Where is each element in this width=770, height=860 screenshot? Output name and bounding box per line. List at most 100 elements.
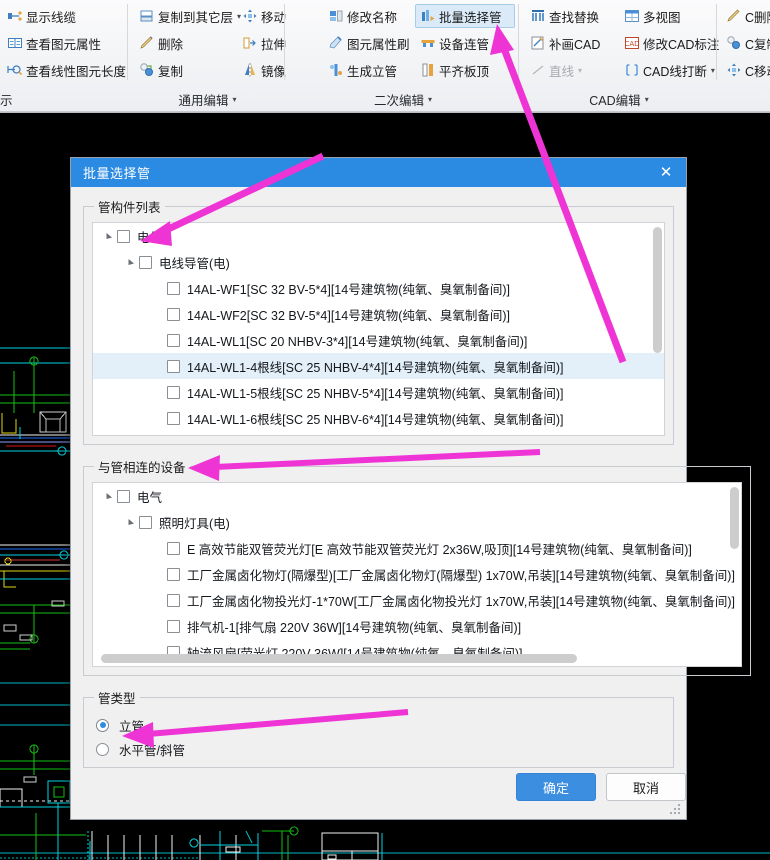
dialog-title-bar[interactable]: 批量选择管 ✕ bbox=[71, 158, 686, 187]
ribbon-button-edit-cad-annotation[interactable]: CAD 修改CAD标注 bbox=[619, 31, 724, 55]
resize-grip[interactable] bbox=[670, 804, 682, 816]
ribbon-button-c-delete[interactable]: C删除 bbox=[721, 4, 770, 28]
checkbox[interactable] bbox=[167, 411, 180, 425]
horizontal-scrollbar-thumb[interactable] bbox=[101, 654, 577, 663]
ribbon-button-move[interactable]: 移动 bbox=[237, 4, 291, 28]
tree-row[interactable]: 14AL-WL1-5根线[SC 25 NHBV-5*4][14号建筑物(纯氧、臭… bbox=[93, 379, 664, 405]
ribbon-button-stretch[interactable]: 拉伸 bbox=[237, 31, 291, 55]
tree-row[interactable]: E 高效节能双管荧光灯[E 高效节能双管荧光灯 2x36W,吸顶][14号建筑物… bbox=[93, 535, 741, 561]
tree-row[interactable]: 开关插座(电) bbox=[93, 665, 741, 666]
tree-row[interactable]: 照明灯具(电) bbox=[93, 509, 741, 535]
radio-button[interactable] bbox=[96, 718, 109, 732]
expand-collapse-icon[interactable] bbox=[123, 518, 139, 527]
tree-row-label: E 高效节能双管荧光灯[E 高效节能双管荧光灯 2x36W,吸顶][14号建筑物… bbox=[187, 542, 692, 557]
cancel-button[interactable]: 取消 bbox=[606, 773, 686, 801]
chevron-down-icon[interactable]: ▾ bbox=[645, 95, 649, 104]
ribbon-button-copy-to-layer[interactable]: 复制到其它层 ▾ bbox=[134, 4, 246, 28]
checkbox[interactable] bbox=[167, 541, 180, 555]
radio-label: 立管 bbox=[119, 719, 145, 734]
ribbon-group-secondary-edit: 修改名称 批量选择管 图元属性刷 设备连管 生成立管 平齐板顶 bbox=[287, 0, 519, 84]
ribbon-button-generate-riser[interactable]: 生成立管 bbox=[323, 58, 402, 82]
copy-icon bbox=[139, 62, 155, 78]
ribbon-button-device-connect-pipe[interactable]: 设备连管 bbox=[415, 31, 494, 55]
ribbon-button-delete[interactable]: 删除 bbox=[134, 31, 188, 55]
ribbon-group-label-cad-edit[interactable]: CAD编辑 ▾ bbox=[521, 88, 717, 110]
ribbon-button-label: 图元属性刷 bbox=[347, 37, 410, 52]
ribbon-button-multi-view[interactable]: 多视图 bbox=[619, 4, 686, 28]
ribbon-button-view-linear-length[interactable]: 查看线性图元长度 bbox=[2, 58, 131, 82]
vertical-scrollbar-thumb[interactable] bbox=[653, 227, 662, 353]
expand-collapse-icon[interactable] bbox=[123, 258, 139, 267]
ribbon-button-cad-line-break[interactable]: CAD线打断 ▾ bbox=[619, 58, 720, 82]
ribbon-button-label: 移动 bbox=[261, 10, 287, 25]
checkbox[interactable] bbox=[167, 385, 180, 399]
checkbox[interactable] bbox=[167, 567, 180, 581]
chevron-down-icon[interactable]: ▾ bbox=[428, 95, 432, 104]
ribbon-button-view-element-properties[interactable]: 查看图元属性 bbox=[2, 31, 106, 55]
tree-row-label: 电气 bbox=[137, 490, 163, 505]
tree-row[interactable]: 排气机-1[排气扇 220V 36W][14号建筑物(纯氧、臭氧制备间)] bbox=[93, 613, 741, 639]
ribbon-group-label-secondary-edit[interactable]: 二次编辑 ▾ bbox=[287, 88, 519, 110]
edit-cad-annotation-icon: CAD bbox=[624, 35, 640, 51]
checkbox[interactable] bbox=[167, 307, 180, 321]
stretch-icon bbox=[242, 35, 258, 51]
checkbox[interactable] bbox=[167, 593, 180, 607]
ribbon-button-c-copy[interactable]: C复制 bbox=[721, 31, 770, 55]
ribbon-button-c-move[interactable]: C移动 bbox=[721, 58, 770, 82]
ribbon-button-find-replace[interactable]: 查找替换 bbox=[525, 4, 604, 28]
ribbon-button-batch-select-pipe[interactable]: 批量选择管 bbox=[415, 4, 515, 28]
group-divider bbox=[518, 4, 519, 80]
radio-option-riser[interactable]: 立管 bbox=[92, 713, 665, 737]
checkbox[interactable] bbox=[139, 255, 152, 269]
ribbon-button-label: C复制 bbox=[745, 37, 770, 52]
tree-row[interactable]: 14AL-WL2[SC 25 NHBV-4*4][14号建筑物(纯氧、臭氧制备间… bbox=[93, 431, 664, 435]
connected-device-tree[interactable]: 电气 照明灯具(电) E 高效节能双管荧光灯[E 高效节能双管荧光灯 2x36W… bbox=[92, 482, 742, 667]
checkbox[interactable] bbox=[117, 229, 130, 243]
tree-row[interactable]: 电线导管(电) bbox=[93, 249, 664, 275]
checkbox[interactable] bbox=[167, 281, 180, 295]
cad-line-break-icon bbox=[624, 62, 640, 78]
radio-option-horizontal-sloped[interactable]: 水平管/斜管 bbox=[92, 737, 665, 761]
chevron-down-icon[interactable]: ▾ bbox=[711, 66, 715, 75]
ribbon-button-label: 修改CAD标注 bbox=[643, 37, 720, 52]
tree-row[interactable]: 14AL-WF2[SC 32 BV-5*4][14号建筑物(纯氧、臭氧制备间)] bbox=[93, 301, 664, 327]
tree-row[interactable]: 14AL-WL1[SC 20 NHBV-3*4][14号建筑物(纯氧、臭氧制备间… bbox=[93, 327, 664, 353]
ribbon-button-show-cable[interactable]: 显示线缆 bbox=[2, 4, 81, 28]
ribbon-button-copy[interactable]: 复制 bbox=[134, 58, 188, 82]
c-move-icon bbox=[726, 62, 742, 78]
pipe-component-tree[interactable]: 电气 电线导管(电) 14AL-WF1[SC 32 BV-5*4][14号建筑物… bbox=[92, 222, 665, 436]
vertical-scrollbar-thumb[interactable] bbox=[729, 487, 739, 549]
tree-row[interactable]: 工厂金属卤化物投光灯-1*70W[工厂金属卤化物投光灯 1x70W,吊装][14… bbox=[93, 587, 741, 613]
checkbox[interactable] bbox=[167, 619, 180, 633]
ok-button[interactable]: 确定 bbox=[516, 773, 596, 801]
checkbox[interactable] bbox=[117, 489, 130, 503]
tree-row[interactable]: 14AL-WL1-4根线[SC 25 NHBV-4*4][14号建筑物(纯氧、臭… bbox=[93, 353, 664, 379]
tree-row[interactable]: 工厂金属卤化物灯(隔爆型)[工厂金属卤化物灯(隔爆型) 1x70W,吊装][14… bbox=[93, 561, 741, 587]
ribbon-button-label: 复制到其它层 bbox=[158, 10, 234, 25]
ribbon-button-label: 补画CAD bbox=[549, 37, 601, 52]
expand-collapse-icon[interactable] bbox=[101, 492, 117, 501]
close-icon[interactable]: ✕ bbox=[646, 158, 686, 187]
ribbon-button-element-property-brush[interactable]: 图元属性刷 bbox=[323, 31, 415, 55]
ribbon-group-label-display[interactable]: 示 bbox=[0, 88, 22, 110]
ribbon-button-align-slab-top[interactable]: 平齐板顶 bbox=[415, 58, 494, 82]
tree-row[interactable]: 14AL-WF1[SC 32 BV-5*4][14号建筑物(纯氧、臭氧制备间)] bbox=[93, 275, 664, 301]
radio-button[interactable] bbox=[96, 742, 109, 756]
ribbon-button-rename[interactable]: 修改名称 bbox=[323, 4, 402, 28]
ribbon-group-label-general-edit[interactable]: 通用编辑 ▾ bbox=[130, 88, 285, 110]
ribbon-button-draw-cad[interactable]: 补画CAD bbox=[525, 31, 605, 55]
checkbox[interactable] bbox=[167, 333, 180, 347]
chevron-down-icon[interactable]: ▾ bbox=[233, 95, 237, 104]
tree-row[interactable]: 电气 bbox=[93, 223, 664, 249]
ribbon-button-label: 直线 bbox=[549, 64, 575, 79]
pipe-type-legend: 管类型 bbox=[98, 692, 136, 706]
checkbox[interactable] bbox=[167, 359, 180, 373]
tree-row[interactable]: 14AL-WL1-6根线[SC 25 NHBV-6*4][14号建筑物(纯氧、臭… bbox=[93, 405, 664, 431]
ribbon-button-label: 查看图元属性 bbox=[26, 37, 102, 52]
checkbox[interactable] bbox=[139, 515, 152, 529]
ribbon-button-label: CAD线打断 bbox=[643, 64, 707, 79]
tree-row[interactable]: 电气 bbox=[93, 483, 741, 509]
copy-to-layer-icon bbox=[139, 8, 155, 24]
ribbon-button-mirror[interactable]: 镜像 bbox=[237, 58, 291, 82]
expand-collapse-icon[interactable] bbox=[101, 232, 117, 241]
